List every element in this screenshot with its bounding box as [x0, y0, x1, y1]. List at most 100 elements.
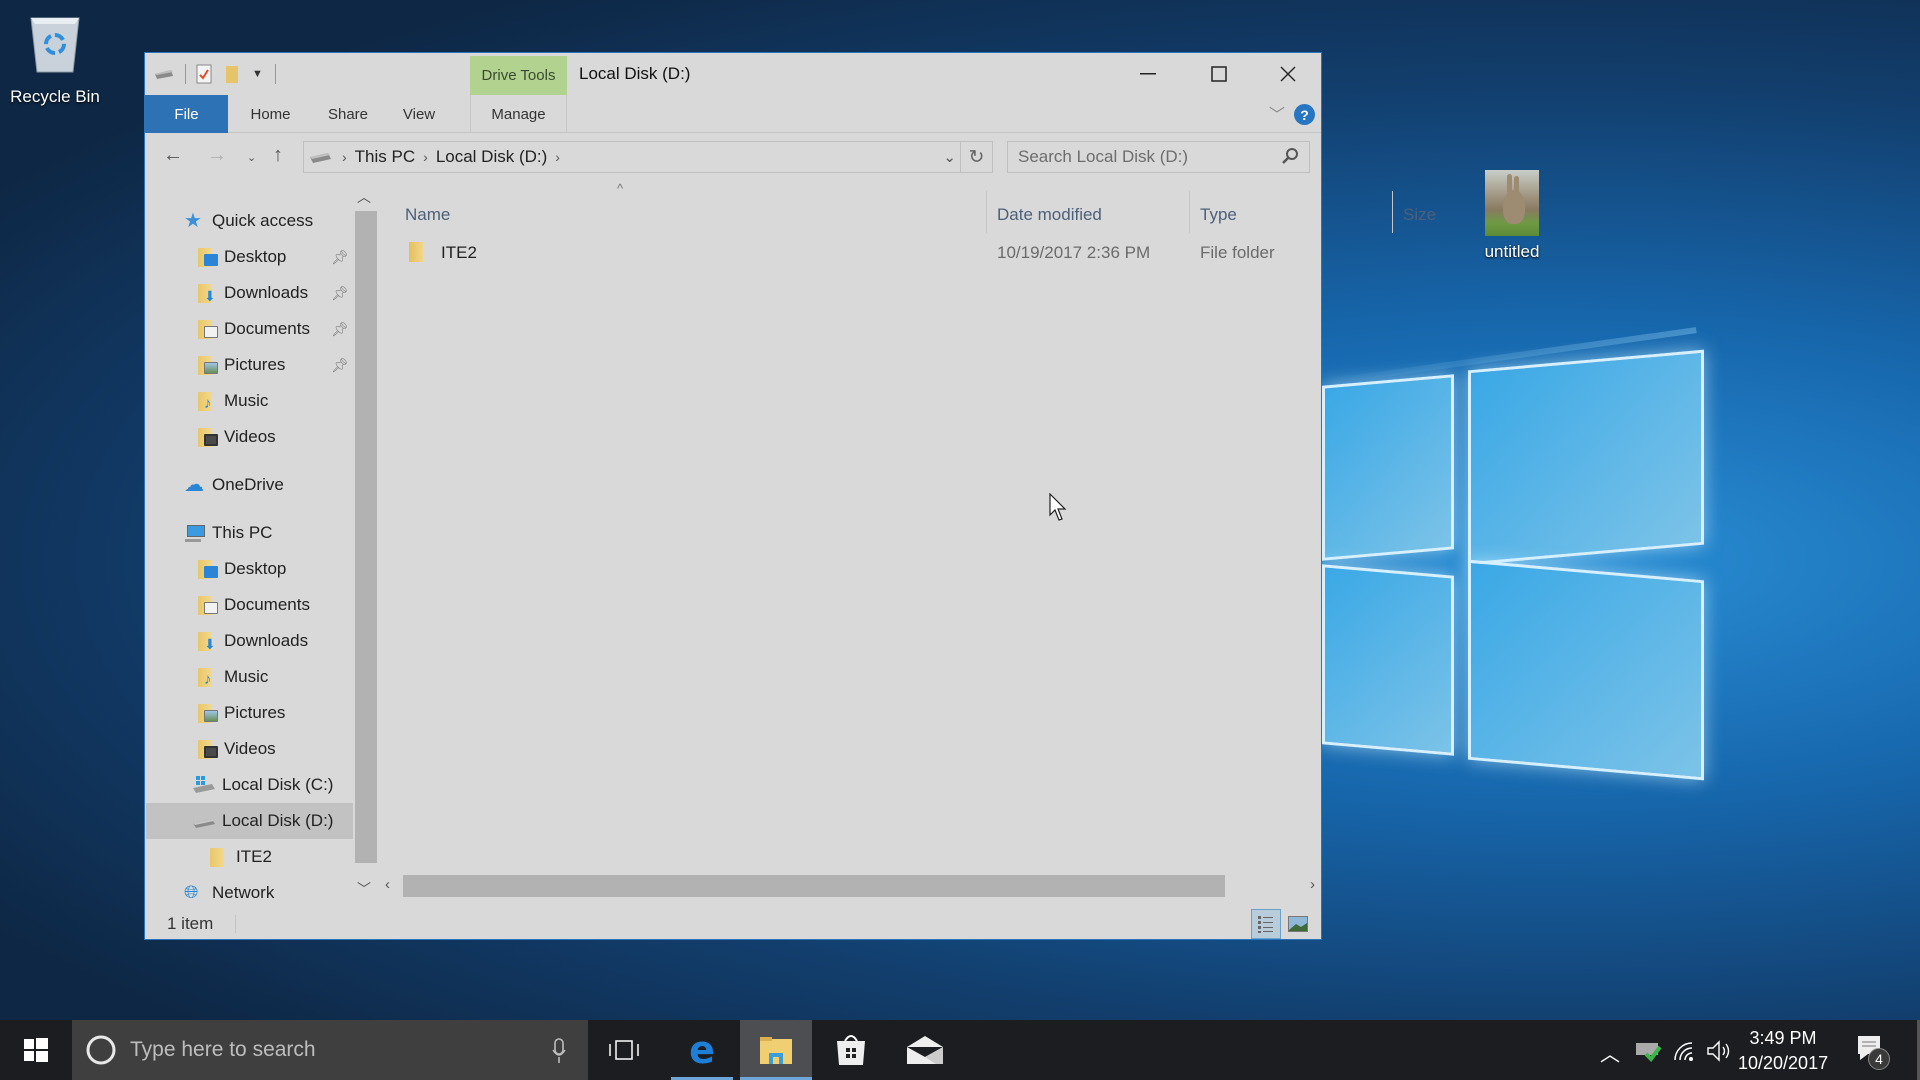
taskbar-app-mail[interactable]: [894, 1020, 956, 1080]
tab-share[interactable]: Share: [313, 95, 383, 133]
new-folder-icon[interactable]: [224, 64, 240, 84]
breadcrumb-chevron-icon[interactable]: ›: [423, 149, 428, 165]
search-icon[interactable]: [1281, 147, 1299, 165]
navigation-bar: ← → ⌄ ↑ › This PC › Local Disk (D:) › ⌄ …: [145, 139, 1321, 175]
pin-icon[interactable]: 📌︎: [331, 249, 349, 266]
taskbar-app-store[interactable]: [820, 1020, 882, 1080]
sidebar-item-videos[interactable]: Videos: [146, 731, 353, 767]
scroll-right-arrow-icon[interactable]: ›: [1310, 876, 1315, 893]
pin-icon[interactable]: 📌︎: [331, 321, 349, 338]
sidebar-item-local-disk-c[interactable]: Local Disk (C:): [146, 767, 353, 803]
sidebar-item-onedrive[interactable]: ☁ OneDrive: [146, 467, 353, 503]
help-button[interactable]: ?: [1294, 104, 1315, 125]
sidebar-item-label: ITE2: [236, 847, 272, 866]
search-input[interactable]: Search Local Disk (D:): [1007, 141, 1310, 173]
desktop-icon-recycle-bin[interactable]: Recycle Bin: [0, 10, 110, 107]
sidebar-item-desktop[interactable]: Desktop: [146, 551, 353, 587]
navigation-pane-scrollbar[interactable]: ︿ ﹀: [353, 181, 377, 909]
recent-locations-chevron-icon[interactable]: ⌄: [247, 151, 256, 164]
system-clock[interactable]: 3:49 PM 10/20/2017: [1738, 1026, 1828, 1076]
wallpaper-logo-pane: [1468, 559, 1704, 781]
sidebar-item-label: Documents: [224, 595, 310, 614]
volume-icon[interactable]: [1706, 1040, 1732, 1062]
large-icons-view-button[interactable]: [1283, 909, 1313, 939]
sidebar-item-local-disk-d[interactable]: Local Disk (D:): [146, 803, 353, 839]
column-divider[interactable]: [1392, 191, 1393, 233]
tab-home[interactable]: Home: [233, 95, 308, 133]
scroll-up-arrow-icon[interactable]: ︿: [357, 187, 371, 207]
scroll-left-arrow-icon[interactable]: ‹: [385, 876, 390, 893]
back-arrow-icon[interactable]: ←: [163, 144, 183, 167]
column-divider[interactable]: [1189, 191, 1190, 233]
properties-icon[interactable]: [196, 64, 212, 84]
column-header-type[interactable]: Type: [1200, 205, 1237, 225]
close-button[interactable]: [1253, 53, 1323, 95]
sidebar-item-ite2[interactable]: ITE2: [146, 839, 353, 875]
scroll-down-arrow-icon[interactable]: ﹀: [357, 879, 371, 899]
maximize-button[interactable]: [1184, 53, 1254, 95]
refresh-button[interactable]: ↻: [960, 142, 992, 172]
drive-icon[interactable]: [153, 68, 175, 80]
up-arrow-icon[interactable]: ↑: [273, 144, 283, 167]
music-folder-icon: ♪: [196, 390, 218, 412]
start-button[interactable]: [0, 1020, 72, 1080]
wifi-icon[interactable]: [1672, 1040, 1696, 1062]
desktop-icon-untitled[interactable]: untitled: [1457, 170, 1567, 262]
pin-icon[interactable]: 📌︎: [331, 357, 349, 374]
horizontal-scrollbar[interactable]: ‹ ›: [379, 873, 1321, 897]
show-hidden-icons-chevron[interactable]: ︿: [1600, 1038, 1620, 1067]
customize-dropdown-icon[interactable]: ▼: [252, 68, 263, 80]
recycle-bin-icon: [30, 17, 80, 73]
file-row[interactable]: ITE2 10/19/2017 2:36 PM File folder: [379, 235, 1319, 271]
column-divider[interactable]: [986, 191, 987, 233]
task-view-button[interactable]: [594, 1020, 654, 1080]
breadcrumb-chevron-icon[interactable]: ›: [342, 149, 347, 165]
tab-view[interactable]: View: [385, 95, 453, 133]
sidebar-item-pictures[interactable]: Pictures 📌︎: [146, 347, 353, 383]
scrollbar-thumb[interactable]: [355, 211, 377, 863]
sidebar-item-videos[interactable]: Videos: [146, 419, 353, 455]
breadcrumb-this-pc[interactable]: This PC: [355, 147, 415, 167]
breadcrumb-chevron-icon[interactable]: ›: [555, 149, 560, 165]
sidebar-item-pictures[interactable]: Pictures: [146, 695, 353, 731]
sidebar-item-quick-access[interactable]: ★ Quick access: [146, 203, 353, 239]
taskbar-app-file-explorer[interactable]: [740, 1020, 812, 1080]
address-bar[interactable]: › This PC › Local Disk (D:) › ⌄ ↻: [303, 141, 993, 173]
sidebar-item-label: Music: [224, 391, 269, 410]
forward-arrow-icon[interactable]: →: [207, 144, 227, 167]
column-header-size[interactable]: Size: [1403, 205, 1436, 225]
wallpaper-logo-pane: [1468, 349, 1704, 566]
tab-manage[interactable]: Manage: [470, 95, 567, 133]
window-title: Local Disk (D:): [579, 64, 691, 83]
sidebar-item-documents[interactable]: Documents: [146, 587, 353, 623]
close-icon: [1280, 66, 1296, 82]
tab-file[interactable]: File: [145, 95, 228, 133]
taskbar-app-edge[interactable]: e: [671, 1020, 733, 1080]
sidebar-item-documents[interactable]: Documents 📌︎: [146, 311, 353, 347]
taskbar-search-box[interactable]: Type here to search: [72, 1020, 588, 1080]
expand-ribbon-icon[interactable]: ﹀: [1269, 101, 1285, 125]
title-bar[interactable]: ▼ Drive Tools Local Disk (D:): [145, 53, 1321, 95]
folder-icon: [409, 242, 423, 262]
wallpaper-logo-pane: [1322, 374, 1454, 561]
sidebar-item-downloads[interactable]: ⬇ Downloads: [146, 623, 353, 659]
address-history-dropdown-icon[interactable]: ⌄: [943, 148, 956, 166]
action-center-button[interactable]: 4: [1856, 1034, 1896, 1072]
column-header-name[interactable]: Name: [405, 205, 450, 225]
sidebar-item-desktop[interactable]: Desktop 📌︎: [146, 239, 353, 275]
drive-icon: [310, 153, 331, 163]
breadcrumb-local-disk-d[interactable]: Local Disk (D:): [436, 147, 547, 167]
column-header-date-modified[interactable]: Date modified: [997, 205, 1102, 225]
microphone-icon[interactable]: [552, 1038, 566, 1064]
sidebar-item-music[interactable]: ♪ Music: [146, 383, 353, 419]
pin-icon[interactable]: 📌︎: [331, 285, 349, 302]
minimize-button[interactable]: [1113, 53, 1183, 95]
network-drive-icon[interactable]: [1634, 1040, 1662, 1062]
sidebar-item-music[interactable]: ♪ Music: [146, 659, 353, 695]
image-thumbnail-icon: [1485, 170, 1539, 236]
sidebar-item-network[interactable]: 🌐︎ Network: [146, 875, 353, 909]
scrollbar-thumb[interactable]: [403, 875, 1225, 897]
sidebar-item-this-pc[interactable]: This PC: [146, 515, 353, 551]
sidebar-item-downloads[interactable]: ⬇ Downloads 📌︎: [146, 275, 353, 311]
details-view-button[interactable]: [1251, 909, 1281, 939]
